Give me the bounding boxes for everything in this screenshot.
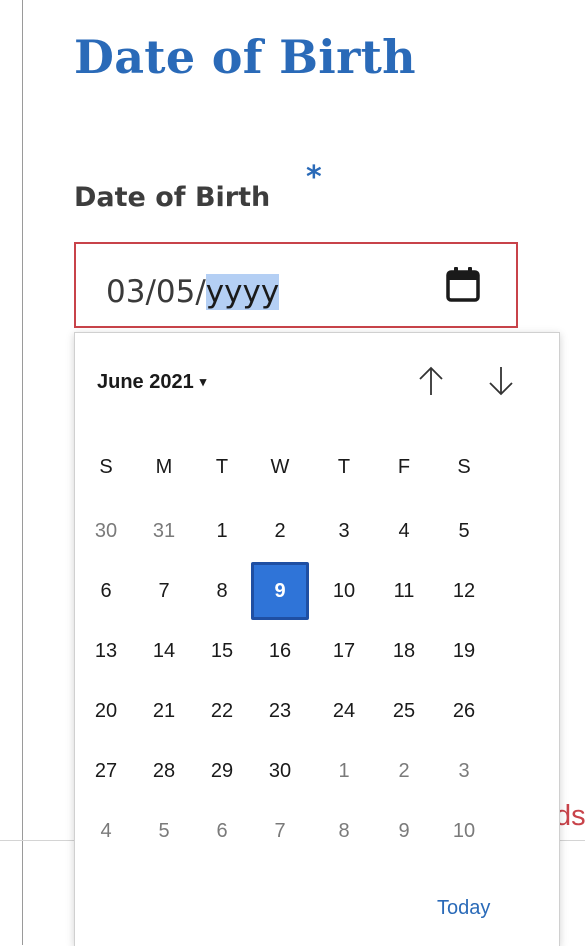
calendar-day[interactable]: 15 (199, 631, 245, 671)
calendar-day[interactable]: 30 (257, 751, 303, 791)
calendar-day[interactable]: 14 (141, 631, 187, 671)
page-left-border (22, 0, 23, 945)
calendar-day[interactable]: 6 (199, 811, 245, 851)
calendar-day[interactable]: 10 (321, 571, 367, 611)
calendar-day[interactable]: 5 (141, 811, 187, 851)
weekday-header: T (337, 456, 351, 478)
section-divider (0, 840, 74, 841)
calendar-day[interactable]: 2 (257, 511, 303, 551)
date-value-selected-segment[interactable]: yyyy (205, 274, 280, 310)
section-divider (558, 840, 585, 841)
calendar-day[interactable]: 21 (141, 691, 187, 731)
calendar-grid: S M T W T F S 30 31 1 2 3 4 5 6 7 8 9 10 11 12 13 14 15 16 17 18 19… (75, 333, 559, 946)
date-input-value[interactable]: 03/05/yyyy (106, 274, 280, 310)
date-of-birth-input[interactable]: 03/05/yyyy (74, 242, 518, 328)
calendar-day[interactable]: 9 (381, 811, 427, 851)
calendar-day[interactable]: 7 (141, 571, 187, 611)
calendar-day[interactable]: 3 (321, 511, 367, 551)
calendar-day[interactable]: 1 (321, 751, 367, 791)
calendar-day[interactable]: 7 (257, 811, 303, 851)
calendar-day[interactable]: 24 (321, 691, 367, 731)
calendar-day[interactable]: 8 (321, 811, 367, 851)
calendar-day[interactable]: 18 (381, 631, 427, 671)
weekday-header: W (270, 456, 290, 478)
calendar-day[interactable]: 22 (199, 691, 245, 731)
calendar-day[interactable]: 31 (141, 511, 187, 551)
calendar-day[interactable]: 6 (83, 571, 129, 611)
calendar-icon[interactable] (444, 266, 482, 304)
weekday-header: F (397, 456, 411, 478)
weekday-header: T (215, 456, 229, 478)
calendar-day-selected[interactable]: 9 (251, 562, 309, 620)
calendar-day[interactable]: 1 (199, 511, 245, 551)
weekday-header: M (155, 456, 173, 478)
calendar-day[interactable]: 16 (257, 631, 303, 671)
calendar-day[interactable]: 23 (257, 691, 303, 731)
calendar-day[interactable]: 27 (83, 751, 129, 791)
today-button[interactable]: Today (437, 897, 490, 920)
weekday-header: S (457, 456, 471, 478)
calendar-day[interactable]: 3 (441, 751, 487, 791)
weekday-header: S (99, 456, 113, 478)
calendar-day[interactable]: 20 (83, 691, 129, 731)
calendar-day[interactable]: 8 (199, 571, 245, 611)
calendar-day[interactable]: 29 (199, 751, 245, 791)
date-of-birth-label: Date of Birth (74, 182, 271, 213)
date-picker-popup: June 2021 ▾ S M T W T F S 30 31 1 2 3 4 5 6 7 8 9 10 11 12 13 1… (74, 332, 560, 946)
calendar-day[interactable]: 10 (441, 811, 487, 851)
calendar-day[interactable]: 30 (83, 511, 129, 551)
calendar-day[interactable]: 17 (321, 631, 367, 671)
calendar-day[interactable]: 5 (441, 511, 487, 551)
calendar-day[interactable]: 19 (441, 631, 487, 671)
date-value-entered: 03/05/ (106, 274, 206, 310)
calendar-day[interactable]: 2 (381, 751, 427, 791)
page-title: Date of Birth (74, 30, 416, 84)
calendar-day[interactable]: 11 (381, 571, 427, 611)
calendar-day[interactable]: 13 (83, 631, 129, 671)
calendar-day[interactable]: 12 (441, 571, 487, 611)
calendar-day[interactable]: 28 (141, 751, 187, 791)
calendar-day[interactable]: 4 (83, 811, 129, 851)
calendar-day[interactable]: 25 (381, 691, 427, 731)
calendar-day[interactable]: 4 (381, 511, 427, 551)
calendar-day[interactable]: 26 (441, 691, 487, 731)
required-indicator: * (306, 160, 322, 195)
